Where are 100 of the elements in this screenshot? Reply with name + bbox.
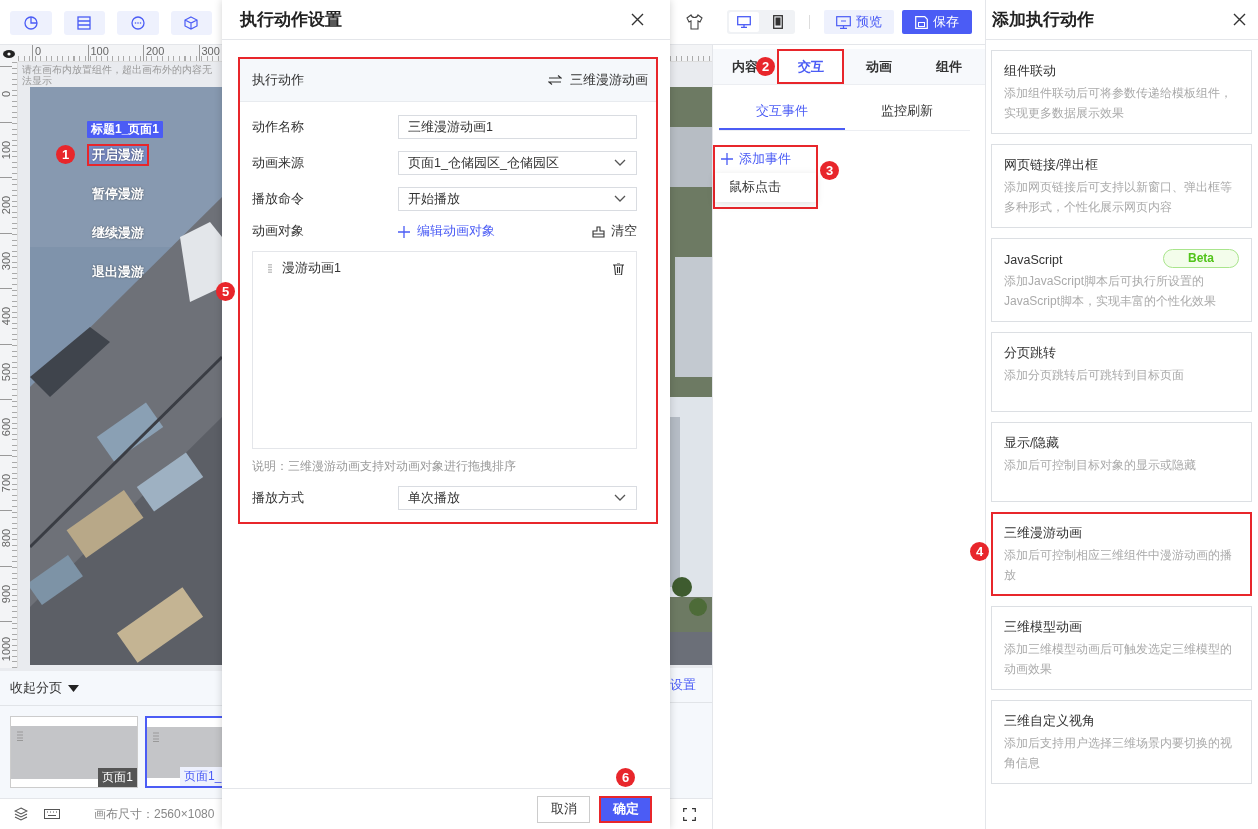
table-icon <box>76 15 93 31</box>
ruler-label: 700 <box>0 473 12 492</box>
add-event-link[interactable]: 添加事件 <box>715 147 816 169</box>
callout-badge: 3 <box>820 161 839 180</box>
dropdown[interactable]: 页面1_仓储园区_仓储园区 <box>398 151 637 175</box>
switch-action-button[interactable]: 三维漫游动画 <box>548 71 648 89</box>
plus-icon <box>721 153 733 165</box>
cube-icon <box>183 15 200 31</box>
dropdown[interactable]: 开始播放 <box>398 187 637 211</box>
eye-icon[interactable] <box>3 49 15 58</box>
ruler-label: 100 <box>87 45 143 61</box>
ruler-label: 400 <box>0 307 12 326</box>
ruler-label: 200 <box>143 45 199 61</box>
action-card[interactable]: 网页链接/弹出框 添加网页链接后可支持以新窗口、弹出框等多种形式，个性化展示网页内容 <box>991 144 1252 228</box>
beta-tag: Beta <box>1163 249 1239 268</box>
card-description: 添加后可控制相应三维组件中漫游动画的播放 <box>1004 547 1233 584</box>
clear-button[interactable]: 清空 <box>592 223 637 240</box>
card-description: 添加后可控制目标对象的显示或隐藏 <box>1004 457 1197 474</box>
drag-handle-icon <box>153 732 159 742</box>
card-description: 添加网页链接后可支持以新窗口、弹出框等多种形式，个性化展示网页内容 <box>1004 179 1233 216</box>
card-title: 分页跳转 <box>1004 345 1056 362</box>
trash-icon[interactable] <box>613 262 624 275</box>
confirm-button[interactable]: 确定 <box>599 795 652 823</box>
panel-tab[interactable]: 组件 <box>913 49 985 84</box>
phone-icon <box>773 15 783 29</box>
animation-object-item[interactable]: 漫游动画1 <box>253 252 636 277</box>
close-icon[interactable] <box>631 13 644 26</box>
section-title: 执行动作 <box>252 71 304 89</box>
card-description: 添加三维模型动画后可触发选定三维模型的动画效果 <box>1004 641 1233 678</box>
page-label: 页面1 <box>98 768 137 787</box>
more-icon <box>129 15 146 31</box>
callout-badge: 2 <box>756 57 775 76</box>
canvas-hint: 请在画布内放置组件，超出画布外的内容无法显示 <box>22 64 213 87</box>
action-card[interactable]: 三维漫游动画 添加后可控制相应三维组件中漫游动画的播放 <box>991 512 1252 596</box>
drag-handle-icon <box>17 731 23 741</box>
canvas-size: 画布尺寸：2560×1080 <box>94 805 215 823</box>
preview-button[interactable]: 预览 <box>824 10 894 34</box>
device-toggle[interactable] <box>729 12 759 32</box>
action-card[interactable]: 三维自定义视角 添加后支持用户选择三维场景内要切换的视角信息 <box>991 700 1252 784</box>
card-title: 组件联动 <box>1004 63 1056 80</box>
ruler-label: 100 <box>0 140 12 159</box>
table-tool-button[interactable] <box>63 11 105 35</box>
chevron-down-icon <box>614 159 626 167</box>
ruler-label: 600 <box>0 418 12 437</box>
monitor-icon <box>737 16 751 28</box>
ruler-label: 200 <box>0 196 12 215</box>
ruler-label: 900 <box>0 584 12 603</box>
action-card[interactable]: 三维模型动画 添加三维模型动画后可触发选定三维模型的动画效果 <box>991 606 1252 690</box>
page-label: 页面1_ <box>180 767 222 786</box>
monitor-icon <box>836 15 851 29</box>
fullscreen-icon[interactable] <box>683 807 696 821</box>
sub-tab[interactable]: 交互事件 <box>719 94 845 130</box>
dropdown[interactable]: 单次播放 <box>398 486 637 510</box>
card-description: 添加JavaScript脚本后可执行所设置的JavaScript脚本，实现丰富的个性化效果 <box>1004 273 1218 310</box>
field-label: 动画来源 <box>252 154 305 172</box>
card-title: 三维漫游动画 <box>1004 525 1082 542</box>
ruler-label: 500 <box>0 362 12 381</box>
note-text: 说明：三维漫游动画支持对动画对象进行拖拽排序 <box>252 459 517 474</box>
ruler-label: 0 <box>0 91 12 98</box>
action-card[interactable]: 组件联动 添加组件联动后可将参数传递给模板组件，实现更多数据展示效果 <box>991 50 1252 134</box>
panel-title: 添加执行动作 <box>992 9 1094 31</box>
sub-tab[interactable]: 监控刷新 <box>844 94 970 130</box>
cancel-button[interactable]: 取消 <box>537 795 590 823</box>
dialog-title: 执行动作设置 <box>240 9 342 31</box>
action-card[interactable]: JavaScript Beta 添加JavaScript脚本后可执行所设置的JavaScript脚本，实现丰富的个性化效果 <box>991 238 1252 322</box>
save-button[interactable]: 保存 <box>902 10 972 34</box>
model-tool-button[interactable] <box>170 11 212 35</box>
field-label: 动作名称 <box>252 118 305 136</box>
action-card[interactable]: 分页跳转 添加分页跳转后可跳转到目标页面 <box>991 332 1252 412</box>
card-description: 添加后支持用户选择三维场景内要切换的视角信息 <box>1004 735 1233 772</box>
text-field[interactable]: 三维漫游动画1 <box>398 115 637 139</box>
panel-tab[interactable]: 交互 <box>777 49 844 84</box>
layers-icon[interactable] <box>14 807 28 821</box>
keyboard-icon[interactable] <box>44 809 60 819</box>
more-tool-button[interactable] <box>117 11 159 35</box>
edit-objects-link[interactable]: 编辑动画对象 <box>398 223 495 240</box>
panel-tab[interactable]: 动画 <box>844 49 913 84</box>
broom-icon <box>592 225 605 238</box>
menu-item[interactable]: 鼠标点击 <box>715 173 816 202</box>
field-label: 播放方式 <box>252 489 305 507</box>
chevron-down-icon <box>614 494 626 502</box>
card-title: 网页链接/弹出框 <box>1004 157 1099 174</box>
component-tag: 标题1_页面1 <box>87 121 164 138</box>
chart-tool-button[interactable] <box>10 11 52 35</box>
settings-link[interactable]: 设置 <box>670 676 696 694</box>
swap-arrows-icon <box>548 75 562 85</box>
ruler-label: 300 <box>0 251 12 270</box>
card-title: 显示/隐藏 <box>1004 435 1060 452</box>
shirt-icon[interactable] <box>686 14 703 30</box>
page-thumbnail[interactable]: 页面1_ <box>145 716 222 788</box>
field-label: 动画对象 <box>252 223 305 240</box>
page-thumbnail[interactable]: 页面1 <box>10 716 138 788</box>
card-description: 添加组件联动后可将参数传递给模板组件，实现更多数据展示效果 <box>1004 85 1233 122</box>
card-description: 添加分页跳转后可跳转到目标页面 <box>1004 367 1185 384</box>
action-card[interactable]: 显示/隐藏 添加后可控制目标对象的显示或隐藏 <box>991 422 1252 502</box>
collapse-pages-toggle[interactable]: 收起分页 <box>10 679 79 697</box>
field-label: 播放命令 <box>252 190 305 208</box>
caret-down-icon <box>68 684 79 692</box>
pie-chart-icon <box>22 15 39 31</box>
close-icon[interactable] <box>1233 13 1246 26</box>
